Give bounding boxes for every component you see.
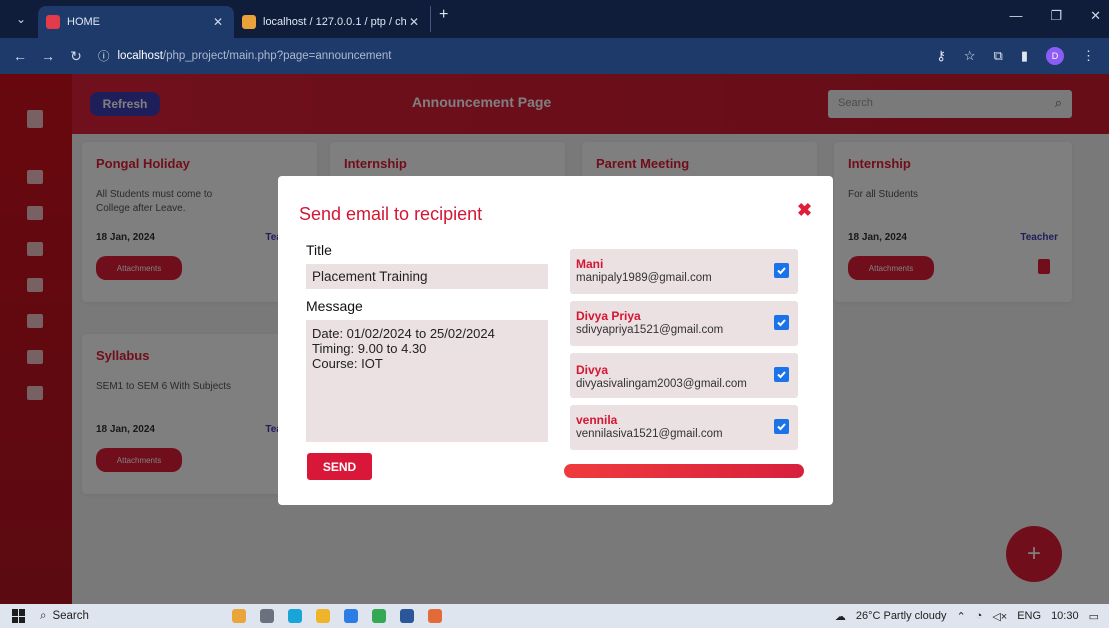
- send-email-modal: Send email to recipient ✖ Title Message …: [278, 176, 833, 505]
- recipient-checkbox[interactable]: [774, 419, 789, 434]
- checkmark-icon: [777, 319, 786, 327]
- site-info-icon[interactable]: ⓘ: [98, 48, 110, 64]
- taskbar-search-label: Search: [52, 610, 89, 622]
- tab-title: HOME: [67, 16, 100, 28]
- modal-title: Send email to recipient: [299, 204, 483, 224]
- progress-bar: [564, 464, 804, 478]
- task-view-icon[interactable]: [260, 609, 274, 623]
- checkmark-icon: [777, 267, 786, 275]
- send-button[interactable]: SEND: [307, 453, 372, 480]
- windows-start-icon[interactable]: [12, 609, 26, 623]
- sidepanel-icon[interactable]: ▮: [1021, 48, 1028, 64]
- browser-tab-phpmyadmin[interactable]: localhost / 127.0.0.1 / ptp / cha ✕: [234, 6, 430, 38]
- recipient-name: Mani: [576, 257, 604, 271]
- recipient-item[interactable]: Divya divyasivalingam2003@gmail.com: [570, 353, 798, 398]
- reload-icon[interactable]: ↻: [62, 48, 90, 65]
- recipient-name: vennila: [576, 413, 618, 427]
- weather-text[interactable]: 26°C Partly cloudy: [856, 610, 947, 622]
- message-field[interactable]: Date: 01/02/2024 to 25/02/2024 Timing: 9…: [306, 320, 548, 442]
- window-controls: — ❐ ✕: [1009, 8, 1101, 24]
- recipient-item[interactable]: Divya Priya sdivyapriya1521@gmail.com: [570, 301, 798, 346]
- message-label: Message: [306, 298, 363, 314]
- xampp-icon[interactable]: [428, 609, 442, 623]
- store-icon[interactable]: [344, 609, 358, 623]
- recipient-name: Divya: [576, 363, 609, 377]
- home-favicon-icon: [46, 15, 60, 29]
- password-key-icon[interactable]: ⚷: [936, 48, 946, 64]
- restore-icon[interactable]: ❐: [1050, 8, 1062, 24]
- recipient-item[interactable]: vennila vennilasiva1521@gmail.com: [570, 405, 798, 450]
- language-indicator[interactable]: ENG: [1017, 610, 1041, 622]
- taskbar-apps: [232, 609, 442, 623]
- system-tray: ☁ 26°C Partly cloudy ⌃ ◔ ◁× ENG 10:30 ▭: [835, 610, 1099, 623]
- extensions-icon[interactable]: ⧉: [994, 48, 1003, 64]
- recipient-email: manipaly1989@gmail.com: [576, 272, 712, 284]
- weather-icon[interactable]: ☁: [835, 610, 846, 623]
- notification-icon[interactable]: ▭: [1089, 610, 1099, 623]
- tray-chevron-icon[interactable]: ⌃: [956, 610, 965, 623]
- browser-tab-home[interactable]: HOME ✕: [38, 6, 234, 38]
- edge-browser-icon[interactable]: [288, 609, 302, 623]
- browser-menu-icon[interactable]: ⋮: [1082, 48, 1095, 64]
- new-tab-button[interactable]: +: [430, 6, 458, 32]
- search-icon: ⌕: [40, 609, 47, 622]
- close-tab-icon[interactable]: ✕: [406, 15, 422, 29]
- checkmark-icon: [777, 371, 786, 379]
- taskbar-search[interactable]: ⌕ Search: [40, 610, 210, 623]
- chrome-icon[interactable]: [372, 609, 386, 623]
- close-window-icon[interactable]: ✕: [1090, 8, 1101, 24]
- title-field[interactable]: [306, 264, 548, 289]
- clock[interactable]: 10:30: [1051, 610, 1079, 622]
- minimize-icon[interactable]: —: [1009, 8, 1022, 24]
- web-page: Refresh Announcement Page Search ⌕ Ponga…: [0, 74, 1109, 604]
- file-explorer-icon[interactable]: [316, 609, 330, 623]
- url-field[interactable]: ⓘ localhost/php_project/main.php?page=an…: [98, 43, 936, 69]
- wifi-icon[interactable]: ◔: [976, 610, 983, 622]
- recipient-checkbox[interactable]: [774, 367, 789, 382]
- recipient-email: vennilasiva1521@gmail.com: [576, 428, 723, 440]
- close-icon[interactable]: ✖: [797, 200, 812, 221]
- recipient-email: sdivyapriya1521@gmail.com: [576, 324, 724, 336]
- recipient-item[interactable]: Mani manipaly1989@gmail.com: [570, 249, 798, 294]
- checkmark-icon: [777, 423, 786, 431]
- browser-address-bar: ← → ↻ ⓘ localhost/php_project/main.php?p…: [0, 38, 1109, 74]
- url-path: /php_project/main.php?page=announcement: [162, 50, 392, 62]
- phpmyadmin-favicon-icon: [242, 15, 256, 29]
- os-taskbar: ⌕ Search ☁ 26°C Partly cloudy ⌃ ◔ ◁× ENG…: [0, 604, 1109, 628]
- recipient-checkbox[interactable]: [774, 263, 789, 278]
- browser-tab-bar: ⌄ HOME ✕ localhost / 127.0.0.1 / ptp / c…: [0, 0, 1109, 38]
- tab-search-menu-icon[interactable]: ⌄: [8, 6, 34, 32]
- url-host: localhost: [117, 50, 163, 62]
- recipient-name: Divya Priya: [576, 309, 641, 323]
- widget-app-icon[interactable]: [232, 609, 246, 623]
- back-icon[interactable]: ←: [6, 48, 34, 64]
- recipient-email: divyasivalingam2003@gmail.com: [576, 378, 747, 390]
- volume-icon[interactable]: ◁×: [992, 610, 1007, 623]
- bookmark-star-icon[interactable]: ☆: [964, 48, 976, 64]
- close-tab-icon[interactable]: ✕: [210, 15, 226, 29]
- forward-icon[interactable]: →: [34, 48, 62, 64]
- profile-avatar[interactable]: D: [1046, 47, 1064, 65]
- title-label: Title: [306, 242, 332, 258]
- tab-title: localhost / 127.0.0.1 / ptp / cha: [263, 16, 406, 28]
- word-icon[interactable]: [400, 609, 414, 623]
- recipient-checkbox[interactable]: [774, 315, 789, 330]
